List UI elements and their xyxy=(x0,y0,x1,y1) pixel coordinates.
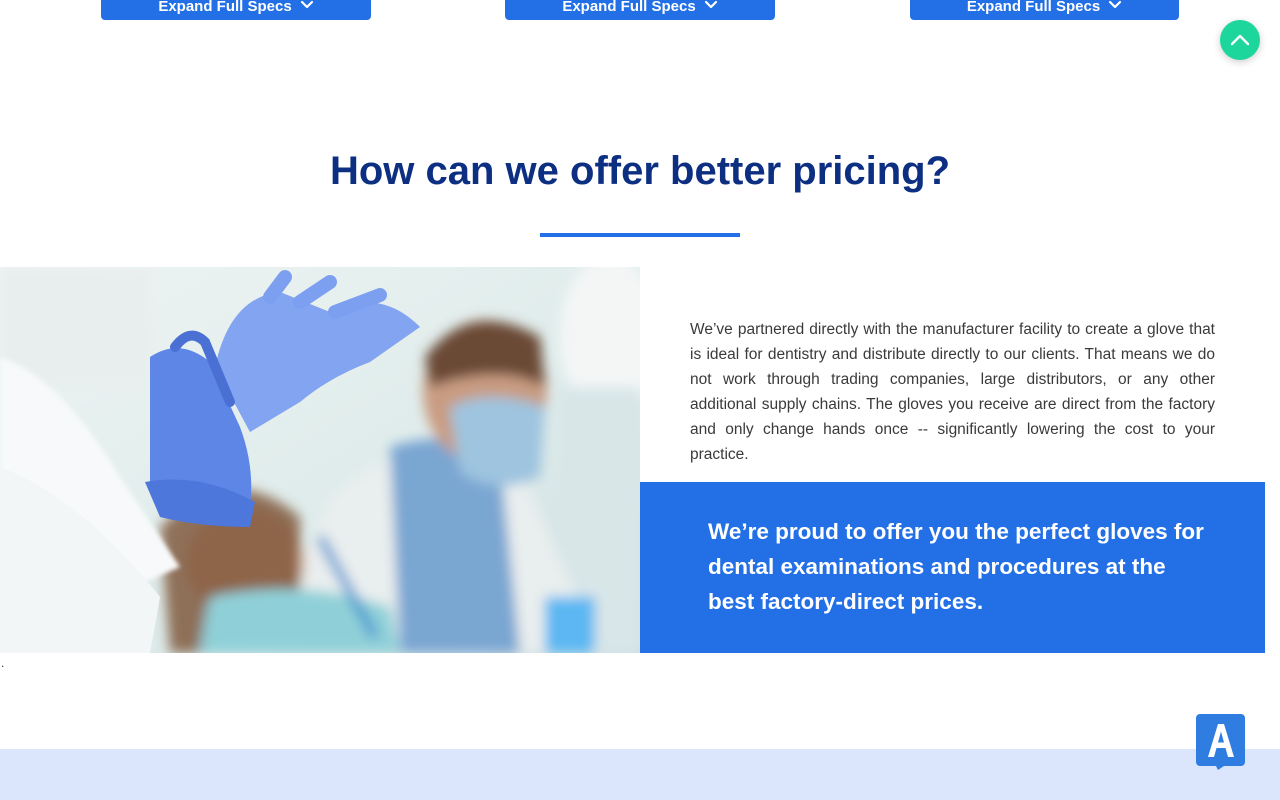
scroll-to-top-button[interactable] xyxy=(1220,20,1260,60)
pricing-description: We’ve partnered directly with the manufa… xyxy=(690,321,1215,463)
chevron-down-icon xyxy=(1109,0,1122,9)
expand-full-specs-button[interactable]: Expand Full Specs xyxy=(505,0,775,20)
expand-full-specs-label: Expand Full Specs xyxy=(966,0,1101,15)
section-title: How can we offer better pricing? xyxy=(329,149,951,193)
pricing-callout: We’re proud to offer you the perfect glo… xyxy=(640,482,1265,653)
expand-full-specs-button[interactable]: Expand Full Specs xyxy=(910,0,1179,20)
callout-text: We’re proud to offer you the perfect glo… xyxy=(708,519,1204,614)
title-divider xyxy=(540,233,740,237)
letter-a-badge-icon xyxy=(1196,714,1245,770)
chevron-down-icon xyxy=(704,0,717,9)
expand-full-specs-label: Expand Full Specs xyxy=(158,0,292,15)
next-section-band xyxy=(0,749,1280,800)
stray-period: . xyxy=(1,656,5,670)
expand-full-specs-button[interactable]: Expand Full Specs xyxy=(101,0,371,20)
accessibility-widget-button[interactable] xyxy=(1196,714,1245,770)
chevron-up-icon xyxy=(1230,34,1250,46)
dentist-gloves-photo xyxy=(0,267,640,653)
chevron-down-icon xyxy=(300,0,313,9)
expand-full-specs-label: Expand Full Specs xyxy=(562,0,696,15)
